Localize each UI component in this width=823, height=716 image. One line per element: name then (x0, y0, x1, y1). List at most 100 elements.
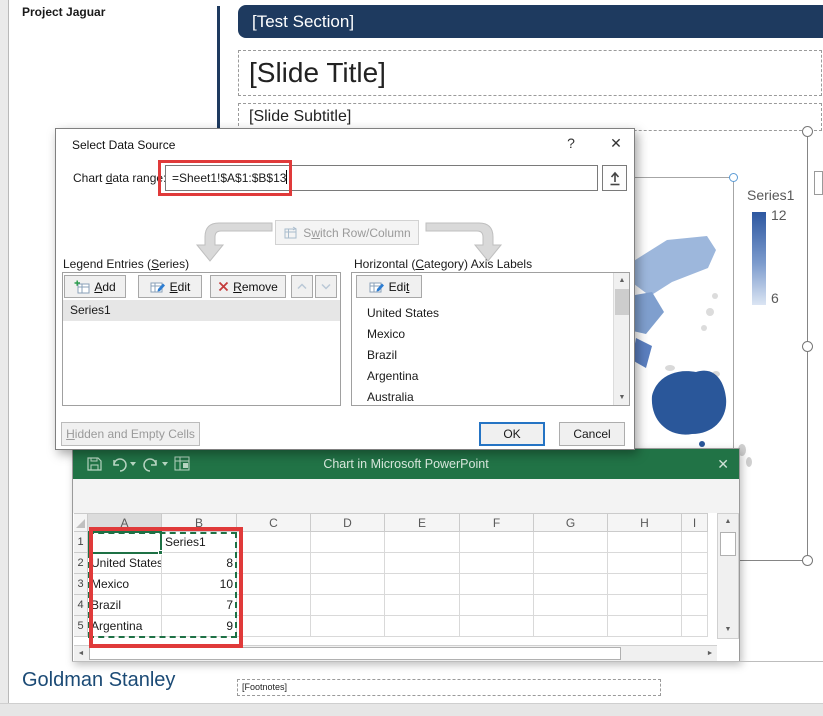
edit-axis-labels-button[interactable]: Edit (356, 275, 422, 298)
chart-handle-bottom-right[interactable] (802, 555, 813, 566)
cell-H3[interactable] (608, 574, 682, 595)
row-header-3[interactable]: 3 (74, 574, 88, 595)
cell-I4[interactable] (682, 595, 708, 616)
axis-item-argentina[interactable]: Argentina (359, 366, 599, 386)
excel-title-bar: Chart in Microsoft PowerPoint ✕ (73, 449, 739, 479)
scroll-left-icon[interactable]: ◄ (74, 646, 88, 661)
column-header-F[interactable]: F (460, 513, 534, 532)
chart-handle-top-right[interactable] (802, 126, 813, 137)
cell-C3[interactable] (237, 574, 311, 595)
brand-logo: Goldman Stanley (22, 669, 175, 692)
switch-row-column-button[interactable]: Switch Row/Column (275, 220, 419, 245)
annotation-box-data-range (89, 527, 243, 648)
scroll-down-icon[interactable]: ▼ (718, 622, 738, 638)
chart-legend-min: 6 (771, 290, 779, 306)
cell-E3[interactable] (385, 574, 460, 595)
edit-table-icon (369, 280, 385, 294)
row-header-4[interactable]: 4 (74, 595, 88, 616)
cell-I1[interactable] (682, 532, 708, 553)
project-label: Project Jaguar (22, 5, 105, 19)
select-all-corner[interactable] (74, 513, 88, 532)
cell-C4[interactable] (237, 595, 311, 616)
axis-list-scrollbar[interactable]: ▲ ▼ (613, 273, 629, 405)
column-header-I[interactable]: I (682, 513, 708, 532)
edit-series-button[interactable]: Edit (138, 275, 202, 298)
remove-x-icon (218, 281, 229, 292)
move-down-button[interactable] (315, 275, 337, 298)
cell-I2[interactable] (682, 553, 708, 574)
cell-G3[interactable] (534, 574, 608, 595)
cell-E2[interactable] (385, 553, 460, 574)
footnotes-placeholder[interactable]: [Footnotes] (237, 679, 661, 696)
column-header-G[interactable]: G (534, 513, 608, 532)
cell-F3[interactable] (460, 574, 534, 595)
cell-I5[interactable] (682, 616, 708, 637)
cancel-button[interactable]: Cancel (559, 422, 625, 446)
excel-toolbar-gap (73, 479, 739, 513)
slide-title-placeholder[interactable]: [Slide Title] (238, 50, 822, 96)
horizontal-scroll-thumb[interactable] (89, 647, 621, 660)
axis-item-mexico[interactable]: Mexico (359, 324, 599, 344)
cell-H4[interactable] (608, 595, 682, 616)
map-region-medium-2 (632, 338, 652, 368)
slide-divider-line (217, 6, 220, 128)
hidden-empty-cells-button[interactable]: Hidden and Empty Cells (61, 422, 200, 446)
axis-item-united-states[interactable]: United States (359, 303, 599, 323)
vertical-scroll-thumb[interactable] (720, 532, 736, 556)
slide-subtitle-placeholder[interactable]: [Slide Subtitle] (238, 103, 822, 131)
row-header-1[interactable]: 1 (74, 532, 88, 553)
cell-F4[interactable] (460, 595, 534, 616)
axis-scroll-thumb[interactable] (615, 289, 629, 315)
cell-F5[interactable] (460, 616, 534, 637)
move-up-button[interactable] (291, 275, 313, 298)
cell-C5[interactable] (237, 616, 311, 637)
cell-G5[interactable] (534, 616, 608, 637)
cell-C2[interactable] (237, 553, 311, 574)
remove-series-button[interactable]: Remove (210, 275, 286, 298)
add-series-button[interactable]: Add (64, 275, 126, 298)
cell-G4[interactable] (534, 595, 608, 616)
cell-I3[interactable] (682, 574, 708, 595)
row-header-2[interactable]: 2 (74, 553, 88, 574)
cell-D2[interactable] (311, 553, 385, 574)
column-header-C[interactable]: C (237, 513, 311, 532)
scroll-right-icon[interactable]: ► (703, 646, 717, 661)
vertical-scrollbar[interactable]: ▲ ▼ (717, 513, 739, 639)
close-icon[interactable]: ✕ (605, 135, 627, 155)
column-header-D[interactable]: D (311, 513, 385, 532)
annotation-box-range-formula (158, 160, 292, 196)
scroll-up-icon[interactable]: ▲ (614, 273, 630, 288)
cell-D1[interactable] (311, 532, 385, 553)
help-icon[interactable]: ? (561, 135, 581, 155)
cell-H2[interactable] (608, 553, 682, 574)
cell-G1[interactable] (534, 532, 608, 553)
scroll-down-icon[interactable]: ▼ (614, 390, 630, 405)
scroll-up-icon[interactable]: ▲ (718, 514, 738, 530)
chart-handle-mid-right[interactable] (802, 341, 813, 352)
cell-E5[interactable] (385, 616, 460, 637)
cell-C1[interactable] (237, 532, 311, 553)
cell-H5[interactable] (608, 616, 682, 637)
cell-D3[interactable] (311, 574, 385, 595)
edit-table-icon (150, 280, 166, 294)
axis-item-brazil[interactable]: Brazil (359, 345, 599, 365)
cell-D4[interactable] (311, 595, 385, 616)
slide-object-fragment (814, 171, 823, 195)
ok-button[interactable]: OK (479, 422, 545, 446)
axis-item-australia[interactable]: Australia (359, 387, 599, 407)
excel-close-icon[interactable]: ✕ (717, 449, 729, 479)
cell-E4[interactable] (385, 595, 460, 616)
section-header-bar: [Test Section] (238, 5, 823, 38)
column-header-H[interactable]: H (608, 513, 682, 532)
cell-F2[interactable] (460, 553, 534, 574)
collapse-dialog-button[interactable] (602, 165, 627, 191)
legend-series-item[interactable]: Series1 (63, 300, 340, 321)
plot-area-handle[interactable] (729, 173, 738, 182)
cell-H1[interactable] (608, 532, 682, 553)
row-header-5[interactable]: 5 (74, 616, 88, 637)
column-header-E[interactable]: E (385, 513, 460, 532)
cell-F1[interactable] (460, 532, 534, 553)
cell-D5[interactable] (311, 616, 385, 637)
cell-G2[interactable] (534, 553, 608, 574)
cell-E1[interactable] (385, 532, 460, 553)
